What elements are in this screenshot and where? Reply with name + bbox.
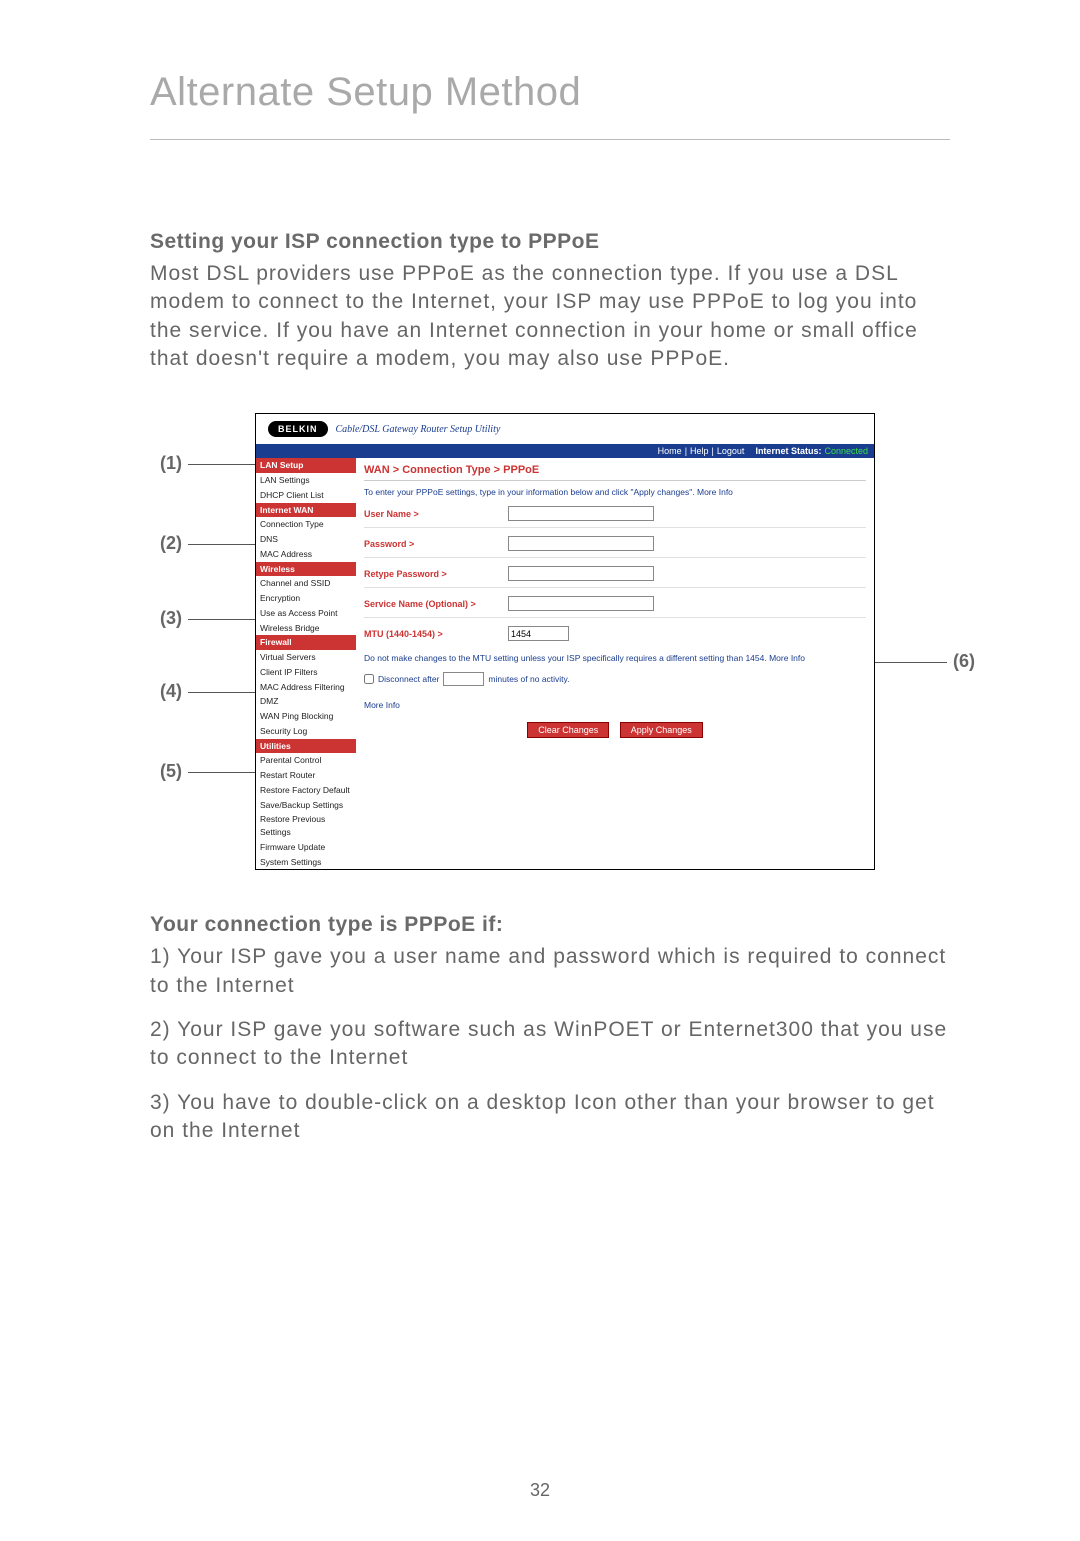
service-name-input[interactable] — [508, 596, 654, 611]
page-title: Alternate Setup Method — [150, 70, 950, 140]
sidebar-item[interactable]: Virtual Servers — [256, 650, 356, 665]
more-info-link-2[interactable]: More Info — [769, 653, 805, 663]
sidebar-item[interactable]: DNS — [256, 532, 356, 547]
sidebar-item[interactable]: System Settings — [256, 855, 356, 870]
retype-password-label: Retype Password > — [364, 569, 504, 579]
disconnect-label-pre: Disconnect after — [378, 674, 439, 684]
disconnect-minutes-input[interactable] — [443, 672, 484, 686]
sidebar-item[interactable]: Encryption — [256, 591, 356, 606]
sidebar-item[interactable]: Wireless Bridge — [256, 621, 356, 636]
username-input[interactable] — [508, 506, 654, 521]
status-value: Connected — [824, 446, 868, 456]
password-label: Password > — [364, 539, 504, 549]
more-info-link-1[interactable]: More Info — [697, 487, 733, 497]
service-name-label: Service Name (Optional) > — [364, 599, 504, 609]
sidebar-item[interactable]: Channel and SSID — [256, 576, 356, 591]
sidebar-item[interactable]: DHCP Client List — [256, 488, 356, 503]
sidebar-item[interactable]: Save/Backup Settings — [256, 798, 356, 813]
callout-3: (3) — [160, 608, 182, 629]
sidebar-nav: LAN SetupLAN SettingsDHCP Client ListInt… — [256, 458, 356, 869]
nav-home[interactable]: Home — [658, 446, 682, 456]
router-admin-window: BELKIN Cable/DSL Gateway Router Setup Ut… — [255, 413, 875, 870]
checklist-item-1: 1) Your ISP gave you a user name and pas… — [150, 943, 950, 1000]
sidebar-item[interactable]: Firmware Update — [256, 840, 356, 855]
sidebar-category: Utilities — [256, 739, 356, 754]
status-label: Internet Status: — [755, 446, 821, 456]
breadcrumb: WAN > Connection Type > PPPoE — [364, 458, 866, 481]
retype-password-input[interactable] — [508, 566, 654, 581]
content-panel: WAN > Connection Type > PPPoE To enter y… — [356, 458, 874, 869]
callout-6: (6) — [953, 651, 975, 672]
sidebar-item[interactable]: LAN Settings — [256, 473, 356, 488]
section-heading-pppoe: Setting your ISP connection type to PPPo… — [150, 230, 950, 254]
callout-4: (4) — [160, 681, 182, 702]
sidebar-item[interactable]: Use as Access Point — [256, 606, 356, 621]
top-nav-bar: Home| Help| Logout Internet Status: Conn… — [256, 444, 874, 458]
sidebar-item[interactable]: Restart Router — [256, 768, 356, 783]
callout-1: (1) — [160, 453, 182, 474]
utility-title: Cable/DSL Gateway Router Setup Utility — [336, 424, 501, 435]
section-heading-if: Your connection type is PPPoE if: — [150, 913, 950, 937]
apply-changes-button[interactable]: Apply Changes — [620, 722, 703, 738]
callout-5: (5) — [160, 761, 182, 782]
sidebar-item[interactable]: MAC Address — [256, 547, 356, 562]
disconnect-label-post: minutes of no activity. — [488, 674, 569, 684]
sidebar-item[interactable]: MAC Address Filtering — [256, 680, 356, 695]
sidebar-item[interactable]: Parental Control — [256, 753, 356, 768]
sidebar-item[interactable]: Connection Type — [256, 517, 356, 532]
more-info-link-3[interactable]: More Info — [364, 700, 866, 710]
mtu-note: Do not make changes to the MTU setting u… — [364, 653, 866, 664]
nav-logout[interactable]: Logout — [717, 446, 745, 456]
callout-2: (2) — [160, 533, 182, 554]
sidebar-category: LAN Setup — [256, 458, 356, 473]
checklist-item-3: 3) You have to double-click on a desktop… — [150, 1089, 950, 1146]
mtu-input[interactable] — [508, 626, 569, 641]
pppoe-checklist: 1) Your ISP gave you a user name and pas… — [150, 943, 950, 1145]
sidebar-category: Firewall — [256, 635, 356, 650]
username-label: User Name > — [364, 509, 504, 519]
disconnect-checkbox[interactable] — [364, 674, 374, 684]
belkin-logo: BELKIN — [268, 421, 328, 437]
sidebar-item[interactable]: Client IP Filters — [256, 665, 356, 680]
sidebar-item[interactable]: Security Log — [256, 724, 356, 739]
page-number: 32 — [0, 1480, 1080, 1501]
password-input[interactable] — [508, 536, 654, 551]
sidebar-item[interactable]: DMZ — [256, 694, 356, 709]
sidebar-item[interactable]: Restore Factory Default — [256, 783, 356, 798]
panel-instruction: To enter your PPPoE settings, type in yo… — [364, 487, 866, 498]
nav-help[interactable]: Help — [690, 446, 709, 456]
sidebar-category: Wireless — [256, 562, 356, 577]
sidebar-category: Internet WAN — [256, 503, 356, 518]
sidebar-item[interactable]: Restore Previous Settings — [256, 812, 356, 840]
clear-changes-button[interactable]: Clear Changes — [527, 722, 609, 738]
router-admin-screenshot-figure: (1) (2) (3) (4) (5) (6) BELKIN Cable/DSL… — [170, 413, 930, 863]
checklist-item-2: 2) Your ISP gave you software such as Wi… — [150, 1016, 950, 1073]
mtu-label: MTU (1440-1454) > — [364, 629, 504, 639]
pppoe-intro-paragraph: Most DSL providers use PPPoE as the conn… — [150, 260, 950, 373]
sidebar-item[interactable]: WAN Ping Blocking — [256, 709, 356, 724]
